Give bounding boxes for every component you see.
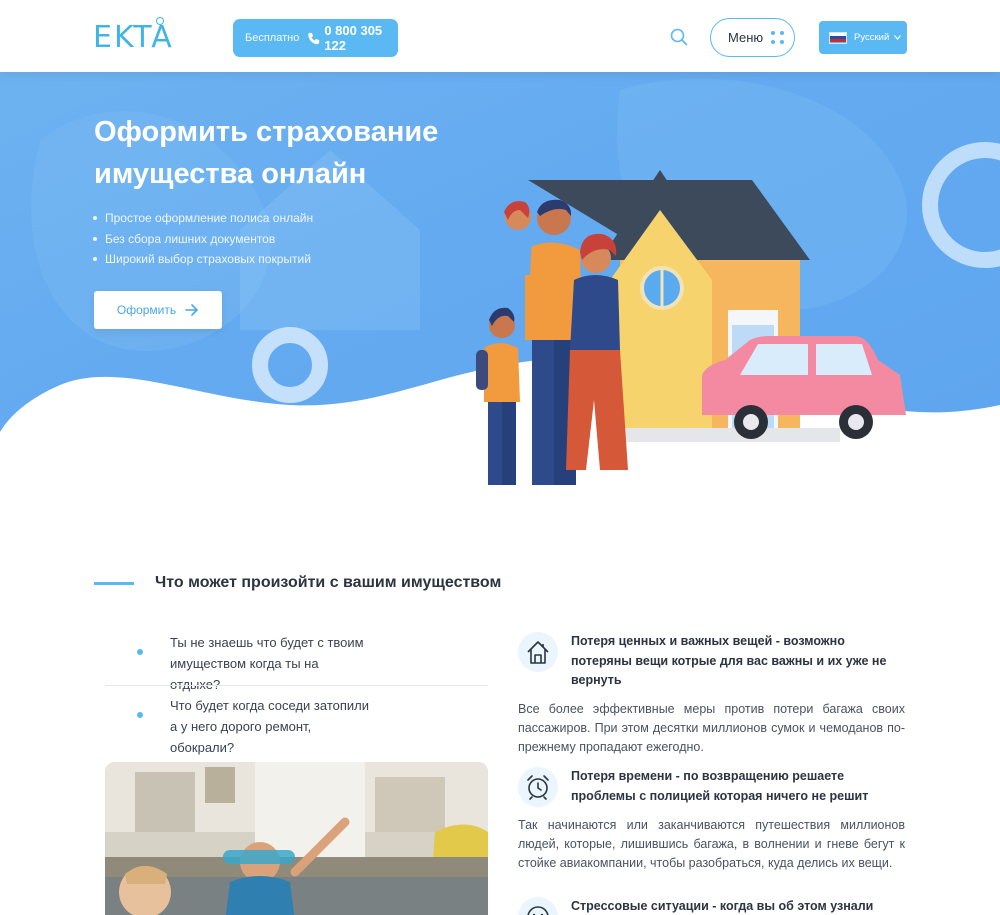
- language-selector[interactable]: Русский: [819, 21, 907, 54]
- risk-text: Все более эффективные меры против потери…: [518, 701, 905, 754]
- logo[interactable]: EKTA: [93, 20, 174, 55]
- menu-label: Меню: [728, 30, 764, 45]
- chevron-down-icon: [894, 33, 902, 42]
- phone-number: 0 800 305 122: [324, 23, 383, 53]
- risk-title: Потеря ценных и важных вещей - возможно …: [571, 634, 887, 687]
- logo-ring-icon: [156, 17, 164, 25]
- apply-button[interactable]: Оформить: [94, 291, 222, 329]
- search-icon[interactable]: [670, 28, 688, 51]
- divider: [105, 685, 488, 686]
- hero-bullet: Простое оформление полиса онлайн: [93, 208, 313, 229]
- site-header: EKTA Бесплатно 0 800 305 122 Меню Русски…: [0, 0, 1000, 72]
- question-text: Что будет когда соседи затопили а у него…: [170, 698, 370, 755]
- phone-free-label: Бесплатно: [245, 32, 300, 44]
- house-icon: [518, 632, 558, 672]
- risk-item: Стрессовые ситуации - когда вы об этом у…: [518, 897, 908, 915]
- bullet-dot-icon: [137, 649, 143, 655]
- language-label: Русский: [854, 32, 890, 43]
- grid-dots-icon: [771, 31, 785, 44]
- hero-bullet: Без сбора лишних документов: [93, 229, 313, 250]
- phone-button[interactable]: Бесплатно 0 800 305 122: [233, 19, 398, 57]
- section-accent-line: [94, 582, 134, 585]
- risk-item: Потеря времени - по возвращению решаете …: [518, 767, 908, 873]
- phone-icon: [307, 32, 320, 45]
- hero-title: Оформить страхование имущества онлайн: [94, 116, 439, 190]
- russia-flag-icon: [829, 31, 847, 44]
- stress-face-icon: [518, 897, 558, 915]
- risk-title: Стрессовые ситуации - когда вы об этом у…: [571, 899, 874, 913]
- risk-title: Потеря времени - по возвращению решаете …: [571, 769, 869, 803]
- bullet-dot-icon: [137, 712, 143, 718]
- alarm-clock-icon: [518, 767, 558, 807]
- risk-item: Потеря ценных и важных вещей - возможно …: [518, 632, 908, 757]
- arrow-right-icon: [185, 304, 199, 316]
- section-title: Что может произойти с вашим имуществом: [155, 574, 502, 591]
- hero-bullets: Простое оформление полиса онлайн Без сбо…: [93, 208, 313, 270]
- family-flood-photo: [105, 762, 488, 915]
- hero-bullet: Широкий выбор страховых покрытий: [93, 249, 313, 270]
- menu-button[interactable]: Меню: [710, 18, 795, 57]
- family-house-car-illustration: [476, 170, 906, 485]
- hero-section: Оформить страхование имущества онлайн Пр…: [0, 0, 1000, 500]
- risk-text: Так начинаются или заканчиваются путешес…: [518, 818, 905, 870]
- question-item[interactable]: Что будет когда соседи затопили а у него…: [105, 695, 488, 758]
- apply-button-label: Оформить: [116, 303, 177, 317]
